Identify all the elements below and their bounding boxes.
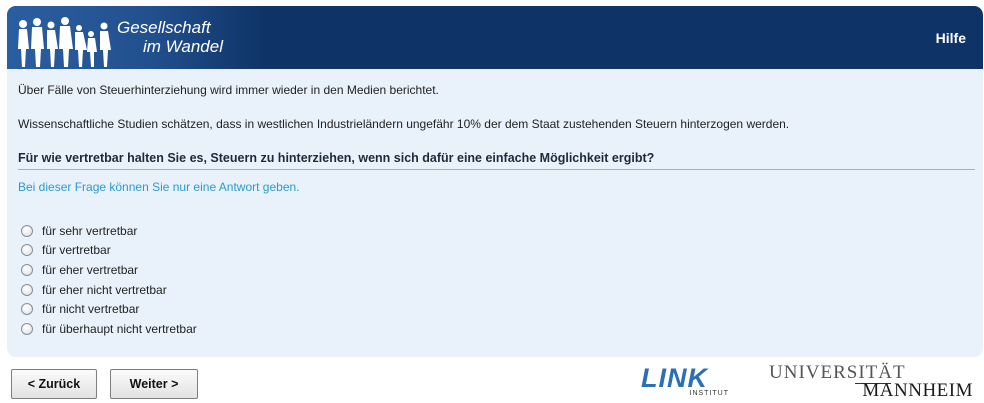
uni-logo-line2: MANNHEIM <box>862 380 973 401</box>
answer-option-sehr-vertretbar[interactable]: für sehr vertretbar <box>21 221 197 241</box>
help-link[interactable]: Hilfe <box>936 30 966 46</box>
radio-button[interactable] <box>21 224 33 237</box>
universitaet-mannheim-logo: UNIVERSITÄT MANNHEIM <box>769 362 973 402</box>
link-logo-text: LINK <box>641 363 708 393</box>
logo-title-line1: Gesellschaft <box>117 18 211 37</box>
answer-option-vertretbar[interactable]: für vertretbar <box>21 241 197 261</box>
answer-option-ueberhaupt-nicht-vertretbar[interactable]: für überhaupt nicht vertretbar <box>21 319 197 339</box>
logo-title-line2: im Wandel <box>143 37 223 56</box>
radio-button[interactable] <box>21 244 33 257</box>
radio-button[interactable] <box>21 283 33 296</box>
answer-option-label: für eher nicht vertretbar <box>42 282 167 297</box>
link-logo-subtitle: INSTITUT <box>689 390 729 397</box>
header-bar: Gesellschaft im Wandel Hilfe <box>7 6 983 69</box>
intro-text-1: Über Fälle von Steuerhinterziehung wird … <box>18 83 439 97</box>
question-text: Für wie vertretbar halten Sie es, Steuer… <box>18 151 655 165</box>
answer-option-label: für eher vertretbar <box>42 262 139 277</box>
answer-option-eher-nicht-vertretbar[interactable]: für eher nicht vertretbar <box>21 280 197 300</box>
answer-option-label: für überhaupt nicht vertretbar <box>42 321 197 336</box>
intro-text-2: Wissenschaftliche Studien schätzen, dass… <box>18 117 790 131</box>
answer-option-eher-vertretbar[interactable]: für eher vertretbar <box>21 260 197 280</box>
next-button[interactable]: Weiter > <box>110 369 198 399</box>
question-divider <box>18 169 975 170</box>
answer-options: für sehr vertretbar für vertretbar für e… <box>21 221 197 339</box>
answer-option-label: für vertretbar <box>42 243 111 258</box>
back-button[interactable]: < Zurück <box>11 369 97 399</box>
radio-button[interactable] <box>21 322 33 335</box>
answer-option-nicht-vertretbar[interactable]: für nicht vertretbar <box>21 299 197 319</box>
people-silhouette-logo <box>18 17 111 67</box>
answer-option-label: für nicht vertretbar <box>42 302 140 317</box>
question-panel: Über Fälle von Steuerhinterziehung wird … <box>7 69 983 357</box>
answer-option-label: für sehr vertretbar <box>42 223 138 238</box>
link-institut-logo: LINK INSTITUT <box>641 364 733 398</box>
answer-hint: Bei dieser Frage können Sie nur eine Ant… <box>18 180 300 194</box>
radio-button[interactable] <box>21 303 33 316</box>
radio-button[interactable] <box>21 263 33 276</box>
